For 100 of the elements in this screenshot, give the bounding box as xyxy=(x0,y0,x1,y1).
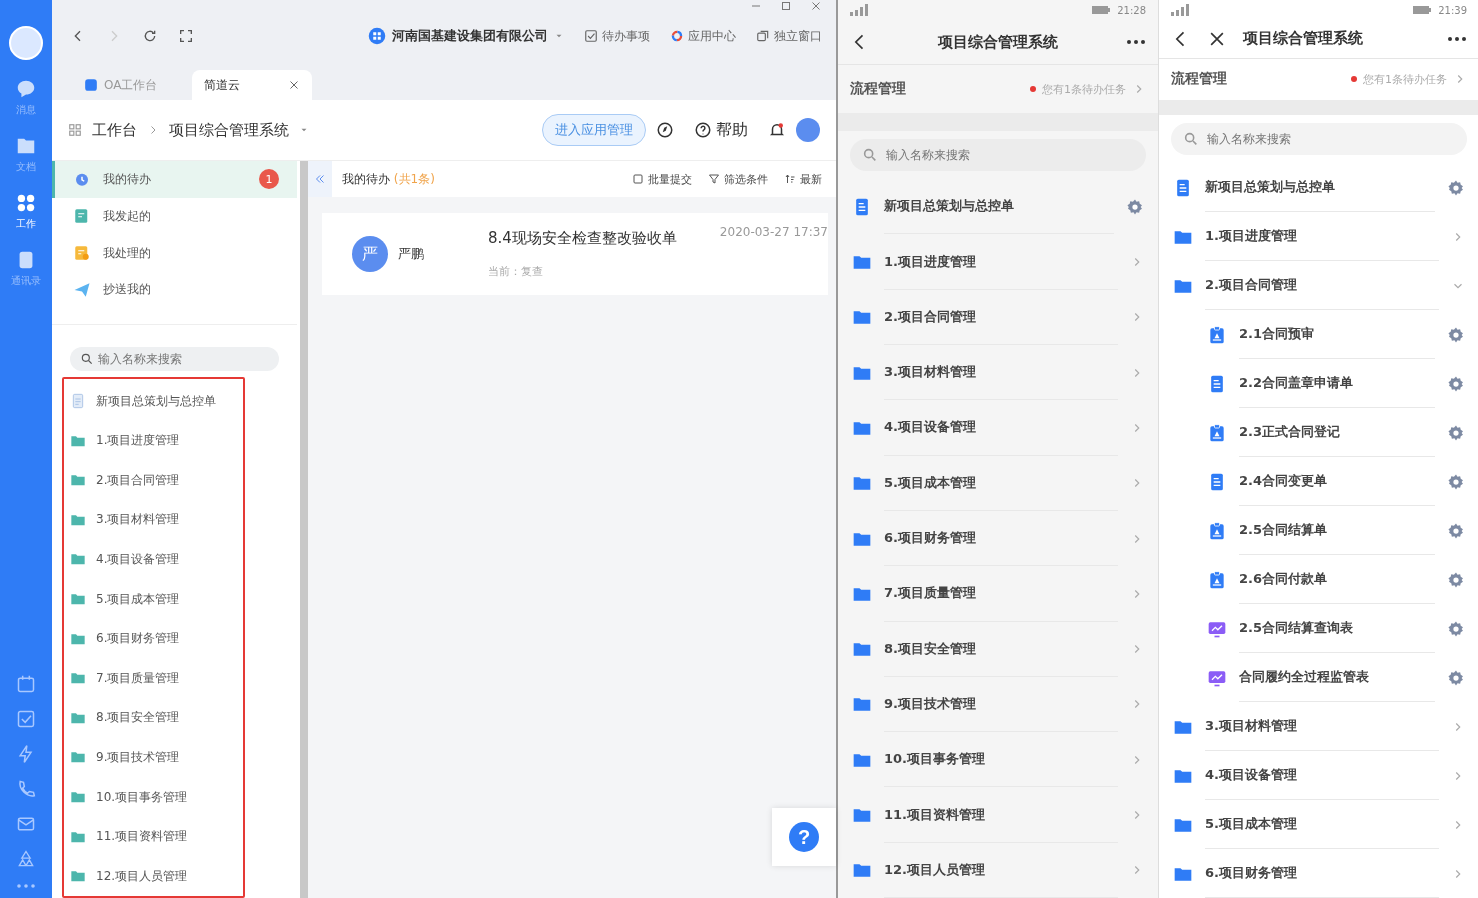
form-list-item[interactable]: 3.项目材料管理 xyxy=(64,500,243,540)
row-label: 4.项目设备管理 xyxy=(1205,751,1439,800)
search-field[interactable]: 输入名称来搜索 xyxy=(850,139,1146,172)
company-name: 河南国基建设集团有限公司 xyxy=(392,27,548,45)
clipboard-icon xyxy=(1207,422,1227,443)
row-label: 新项目总策划与总控单 xyxy=(884,179,1114,235)
list-row[interactable]: 2.项目合同管理 xyxy=(1159,261,1478,310)
list-row[interactable]: 4.项目设备管理 xyxy=(838,400,1158,456)
row-label: 5.项目成本管理 xyxy=(1205,800,1439,849)
form-name: 9.项目技术管理 xyxy=(96,748,180,766)
list-row[interactable]: 2.项目合同管理 xyxy=(838,289,1158,346)
help-icon xyxy=(694,121,712,139)
list-row[interactable]: 2.1合同预审 xyxy=(1159,310,1478,359)
close-icon xyxy=(288,79,300,91)
form-name: 1.项目进度管理 xyxy=(96,432,180,450)
status-time: 21:28 xyxy=(1117,4,1146,16)
row-label: 1.项目进度管理 xyxy=(884,234,1118,290)
form-list-item[interactable]: 2.项目合同管理 xyxy=(64,460,243,501)
form-check-icon xyxy=(73,244,91,263)
list-row[interactable]: 5.项目成本管理 xyxy=(1159,800,1478,849)
toolbar-link[interactable]: 应用中心 xyxy=(670,27,736,45)
list-row[interactable]: 2.4合同变更单 xyxy=(1159,457,1478,506)
app-icon xyxy=(84,78,98,92)
nav-item[interactable]: 我处理的 xyxy=(52,234,297,272)
checkbox-icon xyxy=(584,29,598,43)
list-row[interactable]: 2.6合同付款单 xyxy=(1159,555,1478,604)
gear-icon xyxy=(1447,472,1465,491)
row-label: 6.项目财务管理 xyxy=(1205,849,1439,898)
row-label: 3.项目材料管理 xyxy=(1205,702,1439,751)
toolbar-link[interactable]: 待办事项 xyxy=(584,27,650,45)
form-list-item[interactable]: 9.项目技术管理 xyxy=(64,737,243,778)
gear-icon xyxy=(1447,619,1465,638)
collapse-button[interactable] xyxy=(308,161,332,197)
search-field[interactable]: 输入名称来搜索 xyxy=(70,347,279,372)
checkbox-icon xyxy=(16,709,36,729)
list-row[interactable]: 新项目总策划与总控单 xyxy=(838,179,1158,235)
list-row[interactable]: 2.5合同结算单 xyxy=(1159,506,1478,555)
form-name: 7.项目质量管理 xyxy=(96,669,180,687)
nav-item[interactable]: 我的待办 1 xyxy=(52,161,297,198)
toolbar-action[interactable]: 批量提交 xyxy=(632,171,692,187)
rail-item[interactable]: 工作 xyxy=(15,192,37,231)
nav-item[interactable]: 我发起的 xyxy=(52,197,297,235)
company-selector[interactable]: 河南国基建设集团有限公司 xyxy=(368,27,564,45)
avatar-icon xyxy=(796,118,820,142)
list-row[interactable]: 9.项目技术管理 xyxy=(838,676,1158,733)
list-row[interactable]: 新项目总策划与总控单 xyxy=(1159,163,1478,212)
gear-icon xyxy=(1447,668,1465,687)
list-row[interactable]: 3.项目材料管理 xyxy=(1159,702,1478,751)
list-row[interactable]: 4.项目设备管理 xyxy=(1159,751,1478,800)
user-avatar[interactable] xyxy=(9,26,43,60)
toolbar-action[interactable]: 最新 xyxy=(784,171,822,187)
list-row[interactable]: 合同履约全过程监管表 xyxy=(1159,653,1478,702)
form-list-item[interactable]: 5.项目成本管理 xyxy=(64,579,243,619)
breadcrumb-item[interactable]: 工作台 xyxy=(92,120,137,140)
help-button[interactable]: ? xyxy=(772,808,836,866)
task-card[interactable]: 严 严鹏 8.4现场安全检查整改验收单 当前：复查 2020-03-27 17:37 xyxy=(322,213,828,295)
row-label: 4.项目设备管理 xyxy=(884,400,1118,456)
browser-tab[interactable]: 简道云 xyxy=(192,70,312,100)
list-row[interactable]: 2.5合同结算查询表 xyxy=(1159,604,1478,653)
scrollbar[interactable] xyxy=(300,161,308,898)
list-row[interactable]: 11.项目资料管理 xyxy=(838,787,1158,843)
search-field[interactable]: 输入名称来搜索 xyxy=(1171,123,1467,155)
form-list-item[interactable]: 1.项目进度管理 xyxy=(64,420,243,461)
list-row[interactable]: 1.项目进度管理 xyxy=(1159,212,1478,261)
form-list-item[interactable]: 新项目总策划与总控单 xyxy=(64,381,243,421)
form-list-item[interactable]: 12.项目人员管理 xyxy=(64,856,243,896)
row-label: 2.4合同变更单 xyxy=(1239,457,1435,506)
double-chevron-left-icon xyxy=(314,173,326,185)
nav-label: 我发起的 xyxy=(103,207,151,225)
form-list-item[interactable]: 8.项目安全管理 xyxy=(64,698,243,738)
list-row[interactable]: 12.项目人员管理 xyxy=(838,842,1158,898)
search-icon xyxy=(862,147,878,164)
list-row[interactable]: 5.项目成本管理 xyxy=(838,455,1158,511)
form-list-item[interactable]: 4.项目设备管理 xyxy=(64,539,243,580)
recycle-icon xyxy=(16,849,36,869)
form-name: 4.项目设备管理 xyxy=(96,550,180,568)
row-label: 8.项目安全管理 xyxy=(884,621,1118,677)
form-list-item[interactable]: 11.项目资料管理 xyxy=(64,816,243,857)
nav-item[interactable]: 抄送我的 xyxy=(52,271,297,309)
list-row[interactable]: 8.项目安全管理 xyxy=(838,621,1158,677)
form-list-item[interactable]: 7.项目质量管理 xyxy=(64,658,243,699)
help-link[interactable]: 帮助 xyxy=(716,119,748,141)
list-row[interactable]: 6.项目财务管理 xyxy=(838,510,1158,567)
list-row[interactable]: 6.项目财务管理 xyxy=(1159,849,1478,898)
mail-icon xyxy=(16,814,36,834)
form-list-item[interactable]: 10.项目事务管理 xyxy=(64,777,243,817)
breadcrumb-item[interactable]: 项目综合管理系统 xyxy=(169,120,289,140)
list-row[interactable]: 7.项目质量管理 xyxy=(838,566,1158,622)
list-row[interactable]: 1.项目进度管理 xyxy=(838,234,1158,290)
form-name: 8.项目安全管理 xyxy=(96,709,180,727)
list-row[interactable]: 10.项目事务管理 xyxy=(838,732,1158,788)
gear-icon xyxy=(1447,521,1465,540)
list-row[interactable]: 2.2合同盖章申请单 xyxy=(1159,359,1478,408)
toolbar-link[interactable]: 独立窗口 xyxy=(756,27,822,45)
toolbar-action[interactable]: 筛选条件 xyxy=(708,171,768,187)
list-row[interactable]: 2.3正式合同登记 xyxy=(1159,408,1478,457)
form-list-item[interactable]: 6.项目财务管理 xyxy=(64,618,243,659)
chat-bubble-icon xyxy=(15,78,37,100)
row-label: 12.项目人员管理 xyxy=(884,842,1118,898)
list-row[interactable]: 3.项目材料管理 xyxy=(838,345,1158,401)
